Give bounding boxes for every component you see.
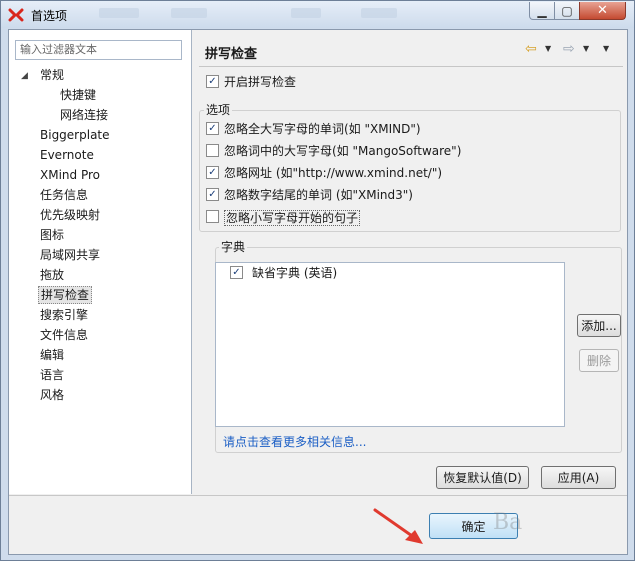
- dictionary-list[interactable]: [215, 262, 565, 427]
- maximize-button[interactable]: ▢: [554, 2, 580, 20]
- add-dictionary-button[interactable]: 添加...: [577, 314, 621, 337]
- tree-item-search-engine[interactable]: 搜索引擎: [40, 307, 88, 323]
- tree-item-task-info[interactable]: 任务信息: [40, 187, 88, 203]
- minimize-button[interactable]: ▁: [529, 2, 555, 20]
- expand-arrow-icon[interactable]: ◢: [21, 71, 28, 81]
- title-divider: [199, 66, 623, 67]
- option-checkbox[interactable]: ✓: [206, 188, 219, 201]
- option-label: 忽略小写字母开始的句子: [224, 210, 361, 226]
- option-checkbox[interactable]: ✓: [206, 122, 219, 135]
- option-label: 忽略全大写字母的单词(如 "XMIND"): [224, 122, 421, 136]
- enable-spell-check-label: 开启拼写检查: [224, 75, 297, 89]
- option-checkbox[interactable]: [206, 144, 219, 157]
- preference-tree-pane: 输入过滤器文本 ◢ 常规 快捷键 网络连接 Biggerplate Everno…: [9, 30, 192, 494]
- page-title: 拼写检查: [205, 47, 258, 62]
- enable-spell-check-checkbox[interactable]: ✓: [206, 75, 219, 88]
- close-icon: ✕: [597, 3, 608, 18]
- tree-item-general[interactable]: 常规: [40, 67, 64, 83]
- view-menu-icon[interactable]: ▼: [603, 44, 609, 53]
- dictionary-group-title: 字典: [219, 240, 248, 254]
- tree-item-spell-check[interactable]: 拼写检查: [38, 286, 93, 304]
- tree-item-edit[interactable]: 编辑: [40, 347, 64, 363]
- annotation-arrow-icon: [373, 508, 423, 544]
- background-title-artifact: [291, 8, 321, 18]
- option-label: 忽略数字结尾的单词 (如"XMind3"): [224, 188, 413, 202]
- tree-item-file-info[interactable]: 文件信息: [40, 327, 88, 343]
- option-label: 忽略词中的大写字母(如 "MangoSoftware"): [224, 144, 462, 158]
- close-button[interactable]: ✕: [579, 2, 626, 20]
- dictionary-checkbox[interactable]: ✓: [230, 266, 243, 279]
- background-title-artifact: [99, 8, 139, 18]
- tree-item-biggerplate[interactable]: Biggerplate: [40, 127, 110, 143]
- background-title-artifact: [361, 8, 397, 18]
- tree-item-drag-drop[interactable]: 拖放: [40, 267, 64, 283]
- options-group-title: 选项: [204, 103, 233, 117]
- background-title-artifact: [171, 8, 207, 18]
- tree-item-evernote[interactable]: Evernote: [40, 147, 94, 163]
- tree-item-xmind-pro[interactable]: XMind Pro: [40, 167, 100, 183]
- preference-page: 拼写检查 ⇦ ▼ ⇨ ▼ ▼ ✓ 开启拼写检查 选项 ✓ 忽略全大写字母的单词(…: [193, 30, 627, 494]
- more-info-link[interactable]: 请点击查看更多相关信息...: [223, 433, 366, 450]
- apply-button[interactable]: 应用(A): [541, 466, 616, 489]
- preferences-window: 首选项 ▁ ▢ ✕ 输入过滤器文本 ◢ 常规 快捷键 网络连接 Biggerpl…: [0, 0, 635, 561]
- tree-item-shortcuts[interactable]: 快捷键: [60, 87, 96, 103]
- tree-item-language[interactable]: 语言: [40, 367, 64, 383]
- option-checkbox[interactable]: [206, 210, 219, 223]
- dictionary-label: 缺省字典 (英语): [252, 266, 338, 280]
- watermark-text: Ba: [493, 510, 523, 535]
- maximize-icon: ▢: [561, 3, 573, 18]
- restore-defaults-button[interactable]: 恢复默认值(D): [436, 466, 529, 489]
- minimize-icon: ▁: [537, 3, 547, 18]
- tree-item-priority-mapping[interactable]: 优先级映射: [40, 207, 100, 223]
- forward-arrow-icon[interactable]: ⇨: [563, 41, 575, 57]
- delete-dictionary-button[interactable]: 删除: [579, 349, 619, 372]
- option-label: 忽略网址 (如"http://www.xmind.net/"): [224, 166, 443, 180]
- title-bar[interactable]: 首选项 ▁ ▢ ✕: [1, 1, 634, 28]
- filter-input[interactable]: 输入过滤器文本: [15, 40, 182, 60]
- window-title: 首选项: [31, 9, 68, 23]
- tree-item-lan-share[interactable]: 局域网共享: [40, 247, 100, 263]
- back-arrow-icon[interactable]: ⇦: [525, 41, 537, 57]
- dialog-client-area: 输入过滤器文本 ◢ 常规 快捷键 网络连接 Biggerplate Everno…: [8, 29, 628, 555]
- option-checkbox[interactable]: ✓: [206, 166, 219, 179]
- chevron-down-icon[interactable]: ▼: [583, 44, 589, 53]
- xmind-logo-icon: [8, 8, 24, 22]
- tree-item-network[interactable]: 网络连接: [60, 107, 108, 123]
- dialog-button-bar: [9, 495, 627, 554]
- tree-item-icons[interactable]: 图标: [40, 227, 64, 243]
- tree-item-style[interactable]: 风格: [40, 387, 64, 403]
- chevron-down-icon[interactable]: ▼: [545, 44, 551, 53]
